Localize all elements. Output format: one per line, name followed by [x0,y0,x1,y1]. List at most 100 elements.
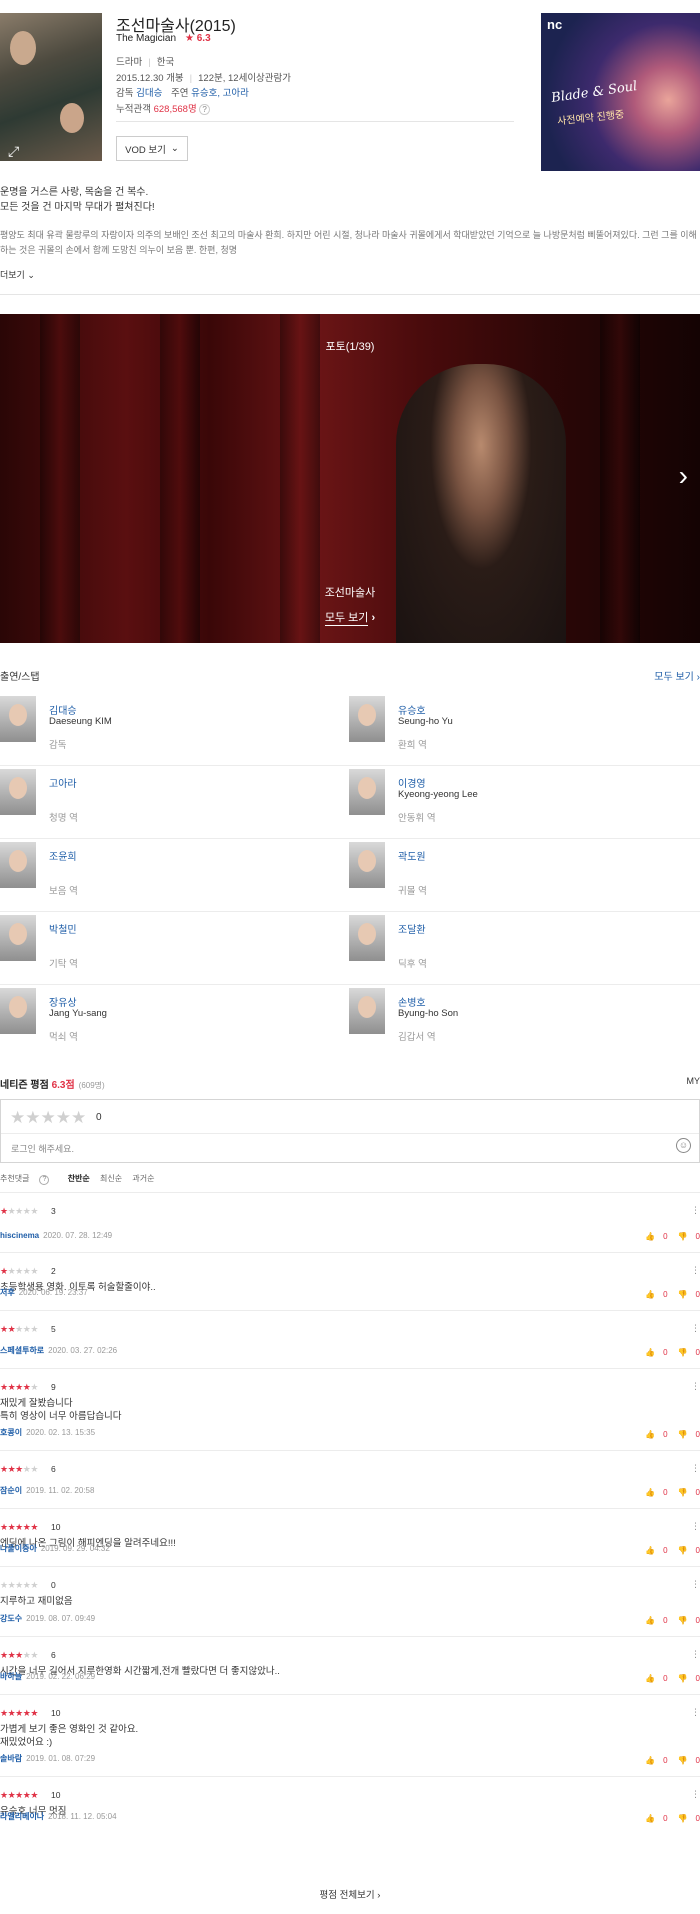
photo-viewer[interactable]: 포토(1/39) 조선마술사 모두 보기 › › [0,314,700,643]
cast-member[interactable]: 이경영 Kyeong-yeong Lee 안동휘 역 [349,769,669,833]
cast-photo[interactable] [349,915,385,961]
thumbs-down-icon[interactable]: 👎 [678,1488,688,1497]
thumbs-up-icon[interactable]: 👍 [645,1488,655,1497]
cast-member[interactable]: 장유상 Jang Yu-sang 먹쇠 역 [0,988,320,1052]
thumbs-up-icon[interactable]: 👍 [645,1616,655,1625]
ad-banner[interactable]: nc Blade & Soul 사전예약 진행중 [541,13,700,171]
cast-member[interactable]: 손병호 Byung-ho Son 김갑서 역 [349,988,669,1052]
sort-option[interactable]: 최신순 [100,1174,122,1183]
cast-name[interactable]: 조윤희 [49,848,77,863]
thumbs-down-icon[interactable]: 👎 [678,1814,688,1823]
thumbs-down-icon[interactable]: 👎 [678,1546,688,1555]
cast-name[interactable]: 박철민 [49,921,77,936]
sort-option[interactable]: 찬반순 [68,1174,90,1183]
review-author[interactable]: 바하늘 [0,1672,22,1681]
comment-input[interactable]: 로그인 해주세요. [11,1142,74,1155]
more-options-icon[interactable]: ⋮ [691,1463,700,1474]
synopsis: 운명을 거스른 사랑, 목숨을 건 복수. 모든 것을 건 마지막 무대가 펼쳐… [0,185,700,258]
review-author[interactable]: 강도수 [0,1614,22,1623]
thumbs-up-icon[interactable]: 👍 [645,1430,655,1439]
star-rating-input[interactable]: ★★★★★ [10,1108,86,1128]
thumbs-up-icon[interactable]: 👍 [645,1290,655,1299]
review-author[interactable]: 솔바람 [0,1754,22,1763]
lead-cast-link[interactable]: 유승호, 고아라 [191,88,249,99]
thumbs-down-icon[interactable]: 👎 [678,1616,688,1625]
review-score: 3 [51,1206,56,1216]
view-all-label: 모두 보기 [654,672,694,683]
audience-count: 628,568명 [153,104,197,115]
thumbs-down-icon[interactable]: 👎 [678,1756,688,1765]
cast-photo[interactable] [0,915,36,961]
thumbs-up-icon[interactable]: 👍 [645,1814,655,1823]
thumbs-up-icon[interactable]: 👍 [645,1674,655,1683]
more-options-icon[interactable]: ⋮ [691,1789,700,1800]
cast-name[interactable]: 곽도원 [398,848,426,863]
my-rating-link[interactable]: MY [687,1076,700,1086]
cast-member[interactable]: 김대승 Daeseung KIM 감독 [0,696,320,760]
cast-name[interactable]: 이경영 [398,775,426,790]
review-votes: 👍 0 👎 0 [645,1232,700,1241]
review-author[interactable]: 호콩이 [0,1428,22,1437]
synopsis-more-button[interactable]: 더보기 ⌄ [0,268,35,281]
cast-name[interactable]: 유승호 [398,702,426,717]
thumbs-down-icon[interactable]: 👎 [678,1290,688,1299]
cast-view-all-link[interactable]: 모두 보기 › [654,668,700,683]
cast-member[interactable]: 조달환 딕후 역 [349,915,669,979]
cast-member[interactable]: 유승호 Seung-ho Yu 환희 역 [349,696,669,760]
review-author[interactable]: 라엘리베이나 [0,1812,44,1821]
cast-photo[interactable] [0,988,36,1034]
thumbs-down-icon[interactable]: 👎 [678,1430,688,1439]
more-options-icon[interactable]: ⋮ [691,1649,700,1660]
sort-option[interactable]: 과거순 [132,1174,154,1183]
next-arrow-icon[interactable]: › [679,462,688,490]
cast-name[interactable]: 조달환 [398,921,426,936]
all-reviews-link[interactable]: 평점 전체보기 › [0,1887,700,1901]
help-icon[interactable]: ? [39,1175,50,1185]
review-author[interactable]: hiscinema [0,1231,39,1240]
review-author[interactable]: 잠순이 [0,1486,22,1495]
thumbs-down-icon[interactable]: 👎 [678,1348,688,1357]
cast-photo[interactable] [349,842,385,888]
emoticon-icon[interactable]: ☺ [676,1138,691,1153]
director-link[interactable]: 김대승 [136,88,162,99]
thumbs-up-icon[interactable]: 👍 [645,1546,655,1555]
thumbs-down-icon[interactable]: 👎 [678,1232,688,1241]
downvote-count: 0 [695,1756,700,1765]
cast-photo[interactable] [349,769,385,815]
cast-photo[interactable] [349,988,385,1034]
cast-photo[interactable] [0,696,36,742]
thumbs-up-icon[interactable]: 👍 [645,1756,655,1765]
thumbs-up-icon[interactable]: 👍 [645,1348,655,1357]
thumbs-down-icon[interactable]: 👎 [678,1674,688,1683]
more-options-icon[interactable]: ⋮ [691,1521,700,1532]
cast-name[interactable]: 고아라 [49,775,77,790]
more-options-icon[interactable]: ⋮ [691,1205,700,1216]
help-icon[interactable]: ? [199,104,210,115]
review-date: 2019. 11. 02. 20:58 [26,1486,95,1495]
more-options-icon[interactable]: ⋮ [691,1579,700,1590]
cast-name[interactable]: 김대승 [49,702,77,717]
review-author[interactable]: 저후 [0,1288,15,1297]
movie-poster[interactable]: ⤢ [0,13,102,161]
cast-member[interactable]: 박철민 기탁 역 [0,915,320,979]
cast-member[interactable]: 고아라 청명 역 [0,769,320,833]
more-options-icon[interactable]: ⋮ [691,1265,700,1276]
review-author[interactable]: 스페셜투하로 [0,1346,44,1355]
cast-member[interactable]: 조윤희 보음 역 [0,842,320,906]
cast-member[interactable]: 곽도원 귀몰 역 [349,842,669,906]
more-options-icon[interactable]: ⋮ [691,1381,700,1392]
vod-button[interactable]: VOD 보기 ⌄ [116,136,188,161]
cast-photo[interactable] [0,842,36,888]
cast-name[interactable]: 손병호 [398,994,426,1009]
more-options-icon[interactable]: ⋮ [691,1323,700,1334]
cast-photo[interactable] [349,696,385,742]
cast-name[interactable]: 장유상 [49,994,77,1009]
review-author[interactable]: 나풀이중아 [0,1544,37,1553]
thumbs-up-icon[interactable]: 👍 [645,1232,655,1241]
more-options-icon[interactable]: ⋮ [691,1707,700,1718]
expand-icon[interactable]: ⤢ [8,143,19,160]
cast-photo[interactable] [0,769,36,815]
upvote-count: 0 [663,1348,668,1357]
photo-view-all-link[interactable]: 모두 보기 › [0,609,700,626]
review-score: 10 [51,1708,61,1718]
